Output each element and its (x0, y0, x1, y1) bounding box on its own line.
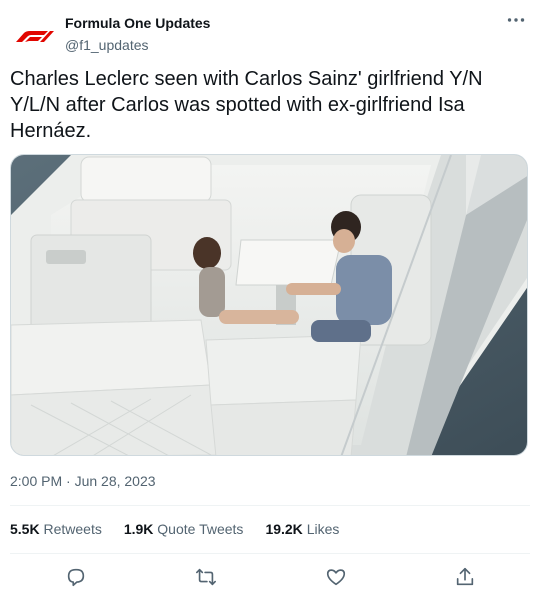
reply-button[interactable] (63, 564, 89, 590)
tweet-header: Formula One Updates @f1_updates (10, 10, 530, 60)
tweet-text: Charles Leclerc seen with Carlos Sainz' … (10, 68, 483, 142)
quote-tweets-stat[interactable]: 1.9K Quote Tweets (124, 521, 244, 537)
divider (10, 553, 530, 554)
author-name[interactable]: Formula One Updates (65, 15, 210, 31)
likes-label: Likes (306, 521, 340, 537)
tweet-actions (10, 562, 530, 592)
quote-tweets-label: Quote Tweets (157, 521, 244, 537)
author-handle[interactable]: @f1_updates (65, 37, 149, 53)
share-button[interactable] (452, 564, 478, 590)
likes-count: 19.2K (265, 521, 307, 537)
divider (10, 505, 530, 506)
likes-stat[interactable]: 19.2K Likes (265, 521, 339, 537)
retweet-button[interactable] (193, 564, 219, 590)
heart-icon (326, 569, 346, 586)
avatar[interactable] (10, 12, 58, 60)
boat-photo-image (11, 155, 527, 455)
more-horizontal-icon (507, 18, 525, 22)
retweets-count: 5.5K (10, 521, 44, 537)
more-options-button[interactable] (504, 10, 528, 30)
tweet-stats: 5.5K Retweets 1.9K Quote Tweets 19.2K Li… (10, 521, 361, 537)
retweets-stat[interactable]: 5.5K Retweets (10, 521, 102, 537)
quote-tweets-count: 1.9K (123, 521, 158, 537)
retweet-icon (196, 568, 216, 586)
tweet-timestamp[interactable]: 2:00 PM · Jun 28, 2023 (10, 473, 156, 489)
tweet-photo[interactable] (10, 154, 528, 456)
reply-icon (67, 568, 85, 587)
f1-logo-icon (16, 31, 54, 42)
retweets-label: Retweets (43, 521, 102, 537)
like-button[interactable] (323, 564, 349, 590)
share-icon (456, 567, 474, 586)
